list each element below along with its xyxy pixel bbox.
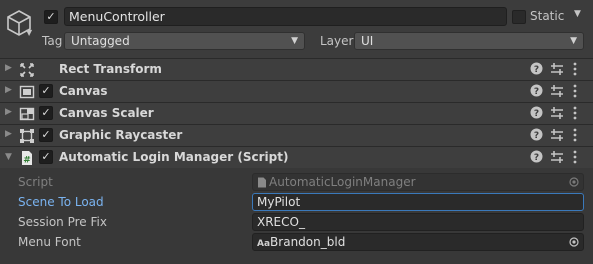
canvas-enabled-checkbox[interactable]: ✓ [39, 84, 53, 98]
layer-dropdown[interactable]: UI ▼ [354, 32, 584, 50]
help-icon[interactable]: ? [530, 128, 543, 141]
tag-value: Untagged [71, 34, 130, 48]
component-title: Canvas Scaler [59, 106, 154, 120]
static-label: Static [530, 9, 565, 23]
rect-transform-icon [20, 63, 34, 77]
foldout-arrow-icon[interactable]: ▶ [5, 85, 12, 95]
object-picker-icon[interactable] [569, 237, 579, 247]
presets-icon[interactable] [550, 106, 564, 120]
script-field: AutomaticLoginManager [252, 173, 584, 191]
svg-text:?: ? [534, 65, 539, 75]
icon-dropdown-caret[interactable]: ▼ [26, 28, 32, 37]
graphic-raycaster-icon [20, 129, 34, 143]
help-icon[interactable]: ? [530, 84, 543, 97]
chevron-down-icon: ▼ [291, 36, 298, 46]
canvas-scaler-icon [19, 107, 35, 121]
more-options-icon[interactable] [571, 105, 579, 121]
foldout-arrow-icon[interactable]: ▶ [5, 129, 12, 139]
object-name-field[interactable]: MenuController [64, 7, 507, 26]
active-checkbox[interactable]: ✓ [44, 10, 58, 24]
more-options-icon[interactable] [571, 149, 579, 165]
layer-label: Layer [320, 34, 354, 48]
presets-icon[interactable] [550, 62, 564, 76]
component-header-automatic-login-manager[interactable]: ▼ # ✓ Automatic Login Manager (Script) ? [0, 146, 593, 168]
scene-to-load-input[interactable]: MyPilot [252, 193, 584, 211]
help-icon[interactable]: ? [530, 62, 543, 75]
svg-text:?: ? [534, 109, 539, 119]
help-icon[interactable]: ? [530, 150, 543, 163]
svg-text:?: ? [534, 87, 539, 97]
script-icon: # [22, 151, 32, 166]
presets-icon[interactable] [550, 150, 564, 164]
session-prefix-label: Session Pre Fix [18, 215, 107, 229]
static-checkbox[interactable] [512, 10, 526, 24]
component-title: Graphic Raycaster [59, 128, 183, 142]
scene-to-load-label: Scene To Load [18, 195, 104, 209]
canvas-icon [19, 85, 35, 99]
presets-icon[interactable] [550, 84, 564, 98]
presets-icon[interactable] [550, 128, 564, 142]
foldout-expanded-arrow-icon[interactable]: ▼ [5, 152, 12, 162]
foldout-arrow-icon[interactable]: ▶ [5, 63, 12, 73]
more-options-icon[interactable] [571, 127, 579, 143]
more-options-icon[interactable] [571, 61, 579, 77]
component-header-rect-transform[interactable]: ▶ Rect Transform ? [0, 58, 593, 80]
script-enabled-checkbox[interactable]: ✓ [39, 150, 53, 164]
component-header-canvas-scaler[interactable]: ▶ ✓ Canvas Scaler ? [0, 102, 593, 124]
svg-text:?: ? [534, 153, 539, 163]
tag-label: Tag [42, 34, 63, 48]
more-options-icon[interactable] [571, 83, 579, 99]
chevron-down-icon: ▼ [570, 36, 577, 46]
script-file-icon [258, 177, 266, 188]
menu-font-value: Brandon_bld [270, 235, 346, 249]
menu-font-field[interactable]: AaBrandon_bld [252, 233, 584, 251]
graphic-raycaster-enabled-checkbox[interactable]: ✓ [39, 128, 53, 142]
foldout-arrow-icon[interactable]: ▶ [5, 107, 12, 117]
component-header-graphic-raycaster[interactable]: ▶ ✓ Graphic Raycaster ? [0, 124, 593, 146]
component-title: Canvas [59, 84, 108, 98]
script-label: Script [18, 175, 53, 189]
session-prefix-input[interactable]: XRECO_ [252, 213, 584, 231]
layer-value: UI [361, 34, 374, 48]
menu-font-label: Menu Font [18, 235, 81, 249]
svg-text:?: ? [534, 131, 539, 141]
component-title: Rect Transform [59, 62, 162, 76]
svg-text:#: # [23, 156, 31, 166]
component-header-canvas[interactable]: ▶ ✓ Canvas ? [0, 80, 593, 102]
script-value: AutomaticLoginManager [269, 175, 416, 189]
font-asset-icon: Aa [257, 239, 271, 249]
canvas-scaler-enabled-checkbox[interactable]: ✓ [39, 106, 53, 120]
help-icon[interactable]: ? [530, 106, 543, 119]
static-dropdown-caret[interactable]: ▼ [574, 9, 581, 19]
component-title: Automatic Login Manager (Script) [59, 150, 289, 164]
object-picker-icon [569, 177, 579, 187]
tag-dropdown[interactable]: Untagged ▼ [64, 32, 305, 50]
